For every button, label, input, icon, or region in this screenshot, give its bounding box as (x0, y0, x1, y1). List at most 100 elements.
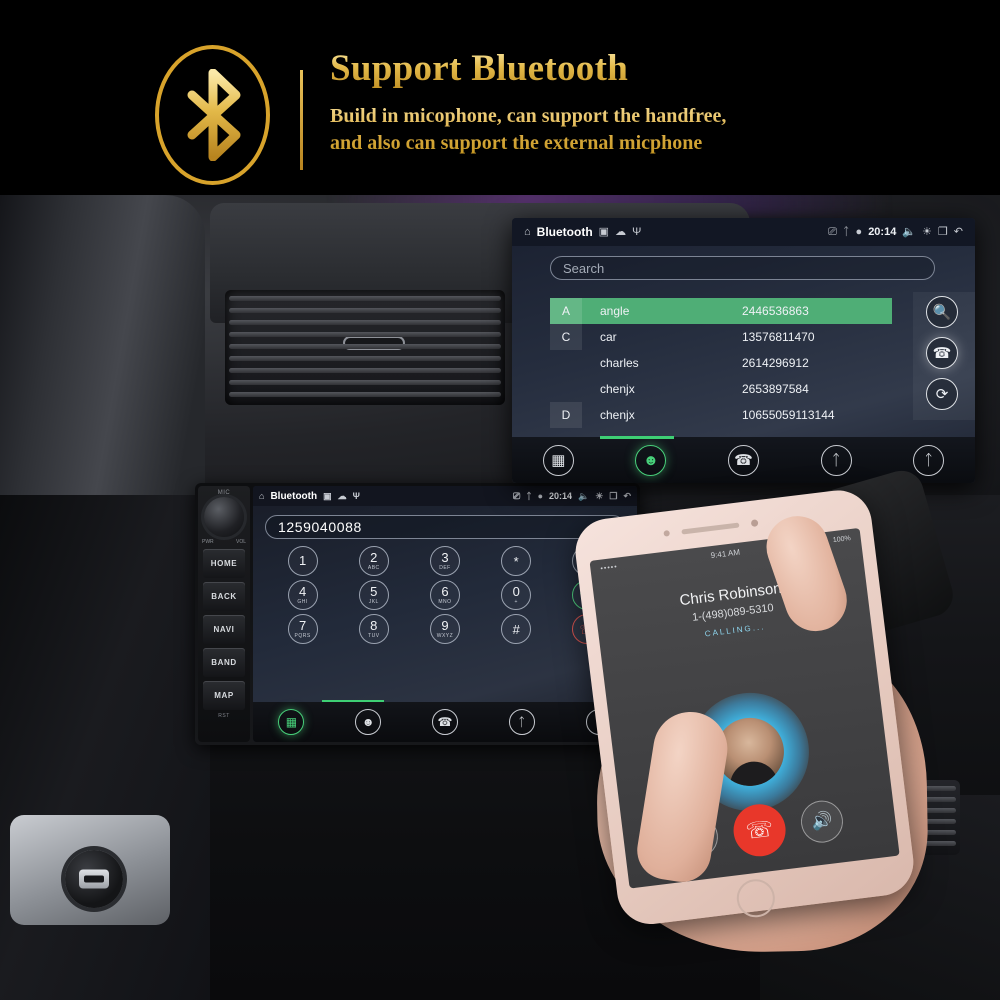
hardware-button-map[interactable]: MAP (203, 681, 245, 710)
brightness-icon[interactable]: ☀ (595, 491, 603, 501)
key-letters: WXYZ (436, 633, 454, 639)
volume-icon[interactable]: 🔈 (578, 491, 589, 501)
home-icon[interactable]: ⌂ (259, 491, 264, 501)
volume-icon[interactable]: 🔈 (902, 226, 916, 238)
nav-keypad[interactable]: ▦ (278, 709, 305, 735)
key-hash[interactable]: # (501, 614, 532, 644)
nav-bt-settings[interactable]: ᛏ (913, 444, 945, 476)
search-placeholder: Search (563, 260, 605, 276)
back-icon[interactable]: ↶ (623, 491, 631, 501)
key-4[interactable]: 4 GHI (287, 580, 318, 610)
vol-label: VOL (235, 539, 246, 545)
key-9[interactable]: 9 WXYZ (429, 614, 460, 644)
nav-contacts[interactable]: ☻ (355, 709, 382, 735)
active-tab-indicator (599, 436, 675, 439)
nav-keypad[interactable]: ▦ (542, 444, 574, 476)
nav-call-history[interactable]: ☎ (727, 444, 759, 476)
contact-name: angle (600, 304, 630, 318)
screen-title: Bluetooth (270, 490, 318, 502)
nav-call-history[interactable]: ☎ (431, 709, 458, 735)
key-star[interactable]: * (501, 546, 532, 576)
sync-contacts-icon: ⟳ (935, 386, 949, 403)
dialed-number: 1259040088 (278, 519, 362, 535)
bluetooth-contacts-screen: ⌂ Bluetooth ▣ ☁ Ψ ⎚ ᛏ ● 20:14 🔈 ☀ ❐ ↶ Se… (512, 218, 975, 483)
back-icon[interactable]: ↶ (954, 226, 963, 238)
cast-icon: ⎚ (828, 225, 837, 238)
key-letters: MNO (438, 599, 452, 605)
wifi-icon: ☁ (615, 225, 627, 238)
contact-number: 13576811470 (742, 330, 815, 344)
key-digit: 1 (298, 553, 307, 568)
dial-contact-button[interactable]: ☎ (926, 337, 958, 369)
recents-icon[interactable]: ❐ (609, 491, 617, 501)
battery-percent: 100% (832, 535, 852, 545)
table-row[interactable]: charles 2614296912 (550, 350, 892, 376)
contact-letter: D (550, 402, 582, 428)
bt-device-icon: ᛏ (518, 715, 526, 729)
key-3[interactable]: 3 DEF (429, 546, 460, 576)
sync-contacts-button[interactable]: ⟳ (926, 378, 958, 410)
key-letters: PQRS (294, 633, 311, 639)
phone-body: ••••• 9:41 AM 100% Chris Robinson 1-(498… (571, 486, 918, 928)
vent-slat (229, 356, 501, 361)
usb-icon: Ψ (632, 225, 642, 238)
vent-slat (229, 320, 501, 325)
table-row[interactable]: D chenjx 10655059113144 (550, 402, 892, 428)
recents-icon[interactable]: ❐ (938, 226, 948, 238)
nav-bt-device[interactable]: ᛏ (508, 709, 535, 735)
table-row[interactable]: C car 13576811470 (550, 324, 892, 350)
speaker-button[interactable]: 🔊 (798, 798, 846, 846)
active-tab-indicator (322, 700, 384, 702)
smartphone-in-hand: ••••• 9:41 AM 100% Chris Robinson 1-(498… (571, 465, 971, 955)
banner-subtitle-line2: and also can support the external micpho… (330, 131, 703, 154)
key-2[interactable]: 2 ABC (358, 546, 389, 576)
vent-slat (229, 392, 501, 397)
search-input[interactable]: Search (550, 256, 935, 280)
contact-name: car (600, 330, 617, 344)
nav-bt-device[interactable]: ᛏ (820, 444, 852, 476)
location-icon: ● (537, 490, 544, 501)
brightness-icon[interactable]: ☀ (922, 226, 932, 238)
hardware-button-navi[interactable]: NAVI (203, 615, 245, 644)
home-icon[interactable]: ⌂ (524, 226, 531, 238)
outgoing-call-icon: ☎ (932, 345, 952, 362)
call-history-icon: ☎ (734, 452, 753, 469)
end-call-button[interactable]: ☏ (730, 801, 789, 860)
table-row[interactable]: A angle 2446536863 (550, 298, 892, 324)
air-vent-center (225, 290, 505, 405)
contact-number: 2446536863 (742, 304, 809, 318)
ignition-keyhole[interactable] (65, 850, 123, 908)
key-digit: 7 (298, 618, 307, 633)
a-pillar-trim (0, 195, 205, 525)
contact-number: 10655059113144 (742, 408, 835, 422)
status-left-group: ⌂ Bluetooth ▣ ☁ Ψ (259, 491, 360, 502)
dialer-number-field[interactable]: 1259040088 ⌫ (265, 515, 625, 539)
hardware-button-band[interactable]: BAND (203, 648, 245, 677)
hangup-icon: ☏ (744, 815, 775, 844)
power-volume-knob[interactable] (204, 497, 244, 537)
bluetooth-glyph-icon (187, 69, 240, 161)
hardware-button-back[interactable]: BACK (203, 582, 245, 611)
reset-label[interactable]: RST (218, 713, 230, 719)
bluetooth-icon: ᛏ (842, 225, 850, 238)
signal-icon: ••••• (600, 563, 619, 573)
key-7[interactable]: 7 PQRS (287, 614, 318, 644)
banner-title: Support Bluetooth (330, 48, 950, 91)
contact-number: 2653897584 (742, 382, 809, 396)
bt-device-icon: ᛏ (831, 451, 841, 469)
table-row[interactable]: chenjx 2653897584 (550, 376, 892, 402)
status-clock: 20:14 (868, 226, 897, 238)
promo-banner: Support Bluetooth Build in micophone, ca… (0, 0, 1000, 195)
vent-slat (229, 332, 501, 337)
key-0[interactable]: 0 + (501, 580, 532, 610)
search-contacts-button[interactable]: 🔍 (926, 296, 958, 328)
key-digit: 8 (370, 618, 378, 633)
key-5[interactable]: 5 JKL (358, 580, 389, 610)
key-1[interactable]: 1 (287, 546, 318, 576)
key-6[interactable]: 6 MNO (429, 580, 460, 610)
hardware-button-home[interactable]: HOME (203, 549, 245, 578)
screenshot-root: Support Bluetooth Build in micophone, ca… (0, 0, 1000, 1000)
banner-text-block: Support Bluetooth Build in micophone, ca… (330, 48, 950, 157)
nav-contacts[interactable]: ☻ (635, 444, 667, 476)
key-8[interactable]: 8 TUV (358, 614, 389, 644)
